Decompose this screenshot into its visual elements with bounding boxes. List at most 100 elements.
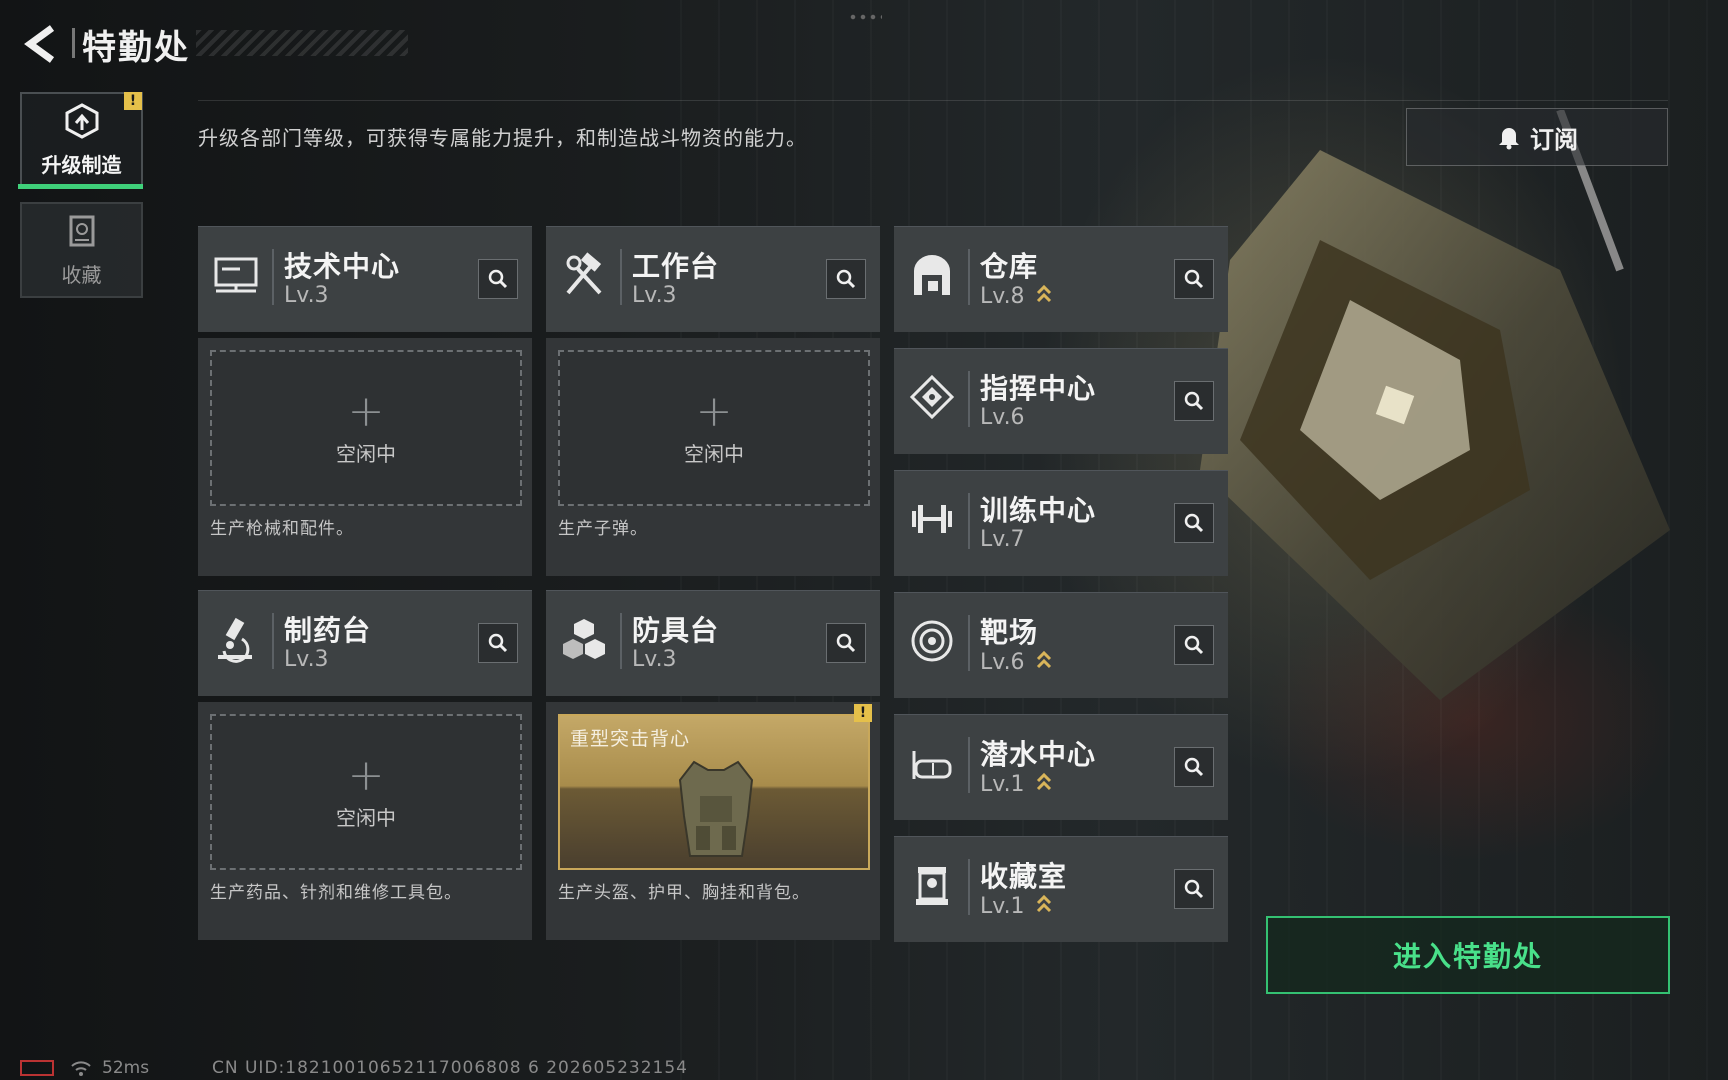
- nav-collection[interactable]: 收藏: [20, 202, 143, 298]
- facility-level: Lv.6: [980, 405, 1025, 430]
- facility-level-text: Lv.1: [980, 772, 1025, 797]
- back-arrow-icon: [24, 25, 55, 63]
- facility-name: 仓库: [980, 250, 1039, 283]
- trophy-case-icon: [916, 867, 948, 905]
- search-button[interactable]: [1174, 747, 1214, 787]
- card-divider: [272, 249, 274, 305]
- station-workbench[interactable]: 工作台 Lv.3: [546, 226, 880, 332]
- facility-warehouse[interactable]: 仓库 Lv.8: [894, 226, 1228, 332]
- search-icon: [1184, 635, 1204, 655]
- add-icon: +: [347, 385, 385, 437]
- station-level: Lv.3: [284, 647, 329, 672]
- upgrade-arrow-icon: [1036, 894, 1051, 913]
- station-armor-bench[interactable]: 防具台 Lv.3: [546, 590, 880, 696]
- card-divider: [272, 613, 274, 669]
- facility-command-center[interactable]: 指挥中心 Lv.6: [894, 348, 1228, 454]
- card-divider: [620, 613, 622, 669]
- page-description: 升级各部门等级，可获得专属能力提升，和制造战斗物资的能力。: [198, 126, 807, 150]
- title-decoration: [196, 30, 408, 56]
- enter-special-ops-button[interactable]: 进入特勤处: [1266, 916, 1670, 994]
- bell-icon: [1499, 128, 1519, 150]
- search-button[interactable]: [1174, 503, 1214, 543]
- production-slot-item[interactable]: 重型突击背心: [558, 714, 870, 870]
- item-warning-badge: !: [854, 704, 872, 722]
- facility-collection-room[interactable]: 收藏室 Lv.1: [894, 836, 1228, 942]
- search-icon: [836, 269, 856, 289]
- facility-name: 靶场: [980, 616, 1039, 649]
- station-name: 技术中心: [284, 250, 401, 283]
- card-divider: [620, 249, 622, 305]
- wifi-icon: [71, 1061, 91, 1076]
- microscope-icon: [218, 617, 252, 663]
- subscribe-label: 订阅: [1530, 125, 1578, 154]
- facility-level: Lv.1: [980, 771, 1052, 797]
- card-divider: [968, 737, 970, 793]
- search-button[interactable]: [826, 623, 866, 663]
- search-button[interactable]: [1174, 869, 1214, 909]
- top-dots: [848, 14, 882, 20]
- warehouse-icon: [914, 255, 950, 295]
- dumbbell-icon: [912, 505, 952, 533]
- facility-name: 指挥中心: [980, 372, 1097, 405]
- collection-icon: [69, 215, 94, 246]
- facility-shooting-range[interactable]: 靶场 Lv.6: [894, 592, 1228, 698]
- search-icon: [1184, 269, 1204, 289]
- network-status: 52ms: [20, 1058, 149, 1078]
- production-slot-empty[interactable]: + 空闲中: [210, 714, 522, 870]
- card-divider: [968, 249, 970, 305]
- subscribe-button[interactable]: 订阅: [1406, 108, 1668, 166]
- facility-training-center[interactable]: 训练中心 Lv.7: [894, 470, 1228, 576]
- facility-name: 潜水中心: [980, 738, 1097, 771]
- production-slot-empty[interactable]: + 空闲中: [210, 350, 522, 506]
- production-description: 生产头盔、护甲、胸挂和背包。: [558, 883, 810, 903]
- station-pharmacy[interactable]: 制药台 Lv.3: [198, 590, 532, 696]
- facility-level: Lv.1: [980, 893, 1052, 919]
- slot-status: 空闲中: [336, 441, 396, 466]
- station-level: Lv.3: [284, 283, 329, 308]
- facility-level-text: Lv.8: [980, 284, 1025, 309]
- item-name: 重型突击背心: [570, 728, 691, 750]
- search-button[interactable]: [478, 259, 518, 299]
- upgrade-icon: [65, 102, 98, 139]
- search-icon: [836, 633, 856, 653]
- search-button[interactable]: [478, 623, 518, 663]
- production-panel-pharmacy: + 空闲中 生产药品、针剂和维修工具包。: [198, 702, 532, 940]
- station-name: 工作台: [632, 250, 720, 283]
- card-divider: [968, 371, 970, 427]
- armor-vest-icon: [678, 760, 754, 857]
- facility-diving-center[interactable]: 潜水中心 Lv.1: [894, 714, 1228, 820]
- cubes-icon: [563, 619, 605, 659]
- search-icon: [1184, 879, 1204, 899]
- facility-level-text: Lv.6: [980, 650, 1025, 675]
- title-separator: [72, 28, 75, 58]
- production-slot-empty[interactable]: + 空闲中: [558, 350, 870, 506]
- card-divider: [968, 615, 970, 671]
- production-description: 生产药品、针剂和维修工具包。: [210, 883, 462, 903]
- nav-upgrade-craft-label: 升级制造: [41, 152, 122, 177]
- nav-warning-badge: !: [124, 92, 142, 110]
- search-button[interactable]: [1174, 381, 1214, 421]
- production-description: 生产枪械和配件。: [210, 519, 354, 539]
- station-name: 防具台: [632, 614, 720, 647]
- search-button[interactable]: [826, 259, 866, 299]
- station-tech-center[interactable]: 技术中心 Lv.3: [198, 226, 532, 332]
- production-panel-armor-bench: 重型突击背心 ! 生产头盔、护甲、胸挂和背包。: [546, 702, 880, 940]
- upgrade-arrow-icon: [1036, 650, 1051, 669]
- target-icon: [911, 620, 953, 662]
- add-icon: +: [347, 749, 385, 801]
- search-icon: [1184, 391, 1204, 411]
- add-icon: +: [695, 385, 733, 437]
- search-button[interactable]: [1174, 625, 1214, 665]
- back-button[interactable]: [18, 22, 62, 66]
- upgrade-arrow-icon: [1036, 772, 1051, 791]
- computer-icon: [214, 257, 258, 293]
- nav-active-indicator: [18, 184, 143, 189]
- production-description: 生产子弹。: [558, 519, 648, 539]
- hammer-wrench-icon: [566, 252, 602, 295]
- station-level: Lv.3: [632, 647, 677, 672]
- ping-text: 52ms: [102, 1058, 150, 1078]
- header-divider: [198, 100, 1668, 101]
- diving-mask-icon: [912, 751, 952, 779]
- search-button[interactable]: [1174, 259, 1214, 299]
- facility-name: 收藏室: [980, 860, 1068, 893]
